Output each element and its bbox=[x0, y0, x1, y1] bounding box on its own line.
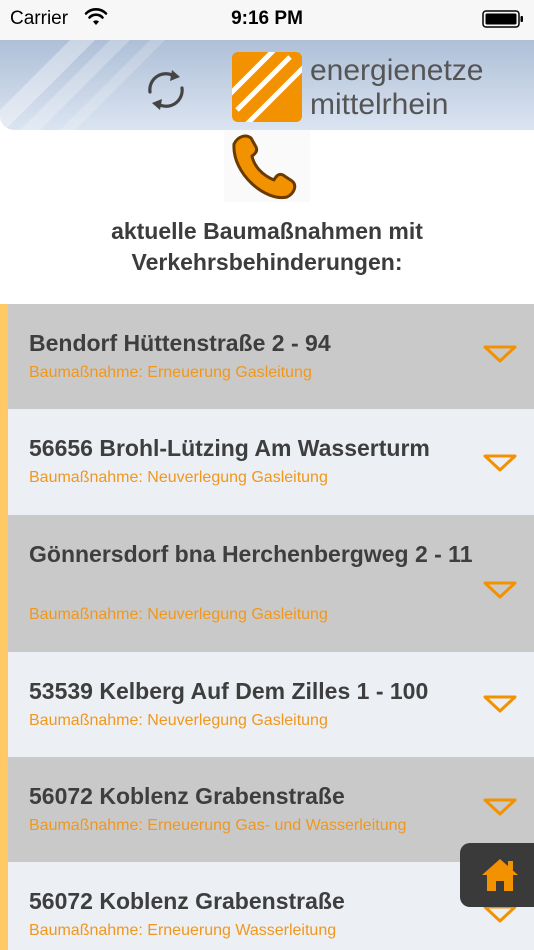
item-title: 56072 Koblenz Grabenstraße bbox=[29, 888, 345, 914]
list-item[interactable]: 56072 Koblenz Grabenstraße Baumaßnahme: … bbox=[8, 862, 534, 950]
list-item[interactable]: Gönnersdorf bna Herchenbergweg 2 - 11 Ba… bbox=[8, 515, 534, 652]
brand-wordmark: energienetze mittelrhein bbox=[310, 54, 483, 122]
item-subtitle: Baumaßnahme: Neuverlegung Gasleitung bbox=[29, 469, 328, 486]
brand-line-2: mittelrhein bbox=[310, 88, 449, 121]
brand-stripes-logo bbox=[232, 52, 302, 122]
refresh-cycle-icon[interactable] bbox=[138, 62, 194, 118]
item-title: 56656 Brohl-Lützing Am Wasserturm bbox=[29, 435, 430, 461]
chevron-down-icon[interactable] bbox=[482, 797, 518, 817]
item-subtitle: Baumaßnahme: Neuverlegung Gasleitung bbox=[29, 712, 328, 729]
item-title: Gönnersdorf bna Herchenbergweg 2 - 11 bbox=[29, 541, 473, 567]
phone-handset-icon[interactable] bbox=[224, 130, 310, 202]
home-icon bbox=[482, 859, 518, 891]
chevron-down-icon[interactable] bbox=[482, 694, 518, 714]
item-subtitle: Baumaßnahme: Neuverlegung Gasleitung bbox=[29, 606, 328, 623]
list-item[interactable]: Bendorf Hüttenstraße 2 - 94 Baumaßnahme:… bbox=[8, 304, 534, 409]
item-title: 53539 Kelberg Auf Dem Zilles 1 - 100 bbox=[29, 678, 429, 704]
item-title: 56072 Koblenz Grabenstraße bbox=[29, 783, 345, 809]
item-subtitle: Baumaßnahme: Erneuerung Gas- und Wasserl… bbox=[29, 817, 407, 834]
status-bar: Carrier 9:16 PM bbox=[0, 0, 534, 40]
battery-icon bbox=[482, 10, 523, 28]
list-item[interactable]: 53539 Kelberg Auf Dem Zilles 1 - 100 Bau… bbox=[8, 652, 534, 757]
home-button[interactable] bbox=[460, 843, 534, 907]
clock: 9:16 PM bbox=[231, 8, 303, 29]
item-subtitle: Baumaßnahme: Erneuerung Gasleitung bbox=[29, 364, 312, 381]
chevron-down-icon[interactable] bbox=[482, 904, 518, 924]
chevron-down-icon[interactable] bbox=[482, 344, 518, 364]
chevron-down-icon[interactable] bbox=[482, 580, 518, 600]
brand-line-1: energienetze bbox=[310, 54, 484, 87]
item-title: Bendorf Hüttenstraße 2 - 94 bbox=[29, 330, 331, 356]
list-accent-bar bbox=[0, 304, 8, 950]
header-banner: energienetze mittelrhein bbox=[0, 40, 534, 130]
item-subtitle: Baumaßnahme: Erneuerung Wasserleitung bbox=[29, 922, 337, 939]
headline-line-1: aktuelle Baumaßnahmen mit bbox=[111, 218, 423, 244]
chevron-down-icon[interactable] bbox=[482, 453, 518, 473]
list-item[interactable]: 56072 Koblenz Grabenstraße Baumaßnahme: … bbox=[8, 757, 534, 862]
headline-line-2: Verkehrsbehinderungen: bbox=[131, 249, 403, 275]
page-headline: aktuelle Baumaßnahmen mit Verkehrsbehind… bbox=[0, 216, 534, 278]
list-item[interactable]: 56656 Brohl-Lützing Am Wasserturm Baumaß… bbox=[8, 409, 534, 515]
